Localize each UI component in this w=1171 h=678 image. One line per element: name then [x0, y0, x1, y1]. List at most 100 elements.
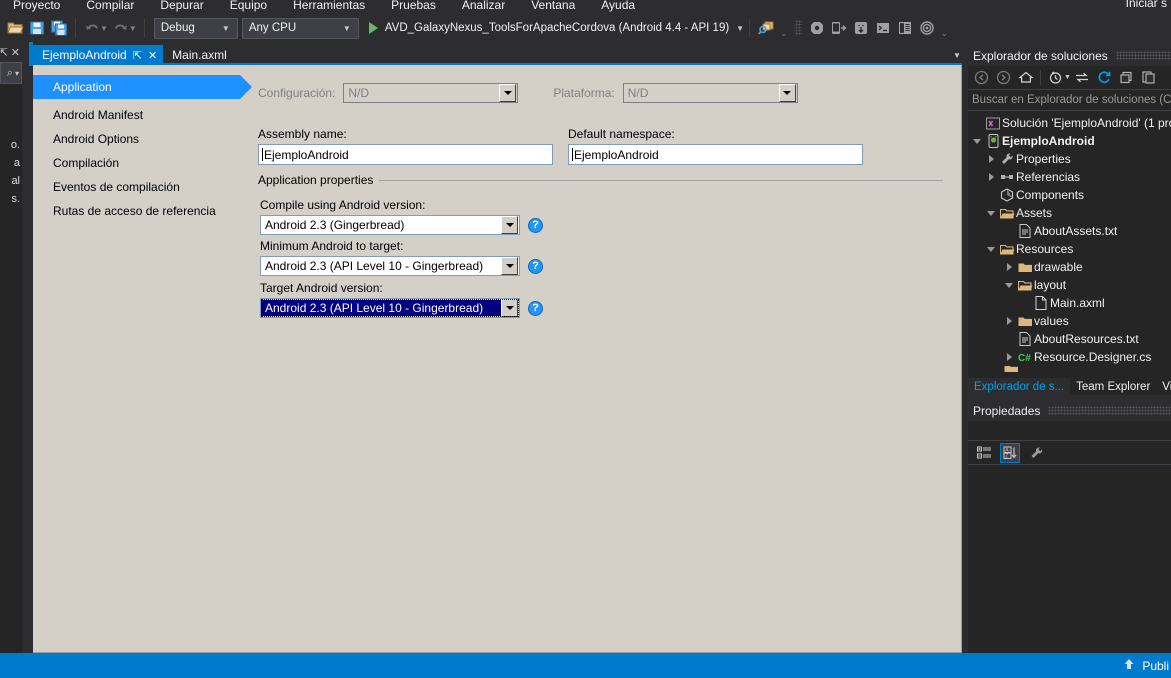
- close-icon[interactable]: ✕: [148, 49, 157, 62]
- tree-item-drawable[interactable]: drawable: [968, 258, 1171, 276]
- default-namespace-input[interactable]: EjemploAndroid: [568, 144, 863, 165]
- tab-team-explorer[interactable]: Team Explorer: [1070, 378, 1156, 395]
- sidebar-item-android-options[interactable]: Android Options: [33, 127, 240, 151]
- categorized-icon[interactable]: [974, 443, 994, 463]
- menu-item-pruebas[interactable]: Pruebas: [378, 0, 449, 14]
- forward-icon[interactable]: [993, 67, 1014, 88]
- alphabetical-sort-icon[interactable]: A Z: [1000, 442, 1020, 463]
- find-in-files-icon[interactable]: [755, 17, 777, 39]
- solution-platform-combo[interactable]: Any CPU ▼: [241, 17, 359, 39]
- solution-explorer-search-input[interactable]: Buscar en Explorador de soluciones (Ctrl…: [968, 90, 1171, 111]
- solution-configuration-combo[interactable]: Debug ▼: [153, 17, 238, 39]
- menu-item-analizar[interactable]: Analizar: [449, 0, 518, 14]
- twisty-closed-icon[interactable]: [1002, 353, 1016, 361]
- chevron-down-icon[interactable]: [501, 216, 518, 234]
- twisty-open-icon[interactable]: [984, 210, 998, 216]
- twisty-open-icon[interactable]: [1002, 282, 1016, 288]
- tree-item-properties[interactable]: Properties: [968, 150, 1171, 168]
- help-icon[interactable]: ?: [528, 300, 543, 316]
- chevron-down-icon[interactable]: ▾: [15, 69, 19, 78]
- pin-icon[interactable]: ⇱: [133, 49, 142, 62]
- properties-window-object-selector[interactable]: [968, 421, 1171, 441]
- left-panel-search[interactable]: ⌕ ▾: [0, 62, 22, 84]
- tab-ejemploandroid[interactable]: EjemploAndroid ⇱ ✕: [33, 45, 164, 65]
- tree-item-referencias[interactable]: Referencias: [968, 168, 1171, 186]
- minimum-android-to-target-combo[interactable]: Android 2.3 (API Level 10 - Gingerbread): [260, 256, 520, 276]
- help-icon[interactable]: ?: [528, 258, 543, 274]
- android-sdk-manager-icon[interactable]: [850, 17, 872, 39]
- menu-item-ventana[interactable]: Ventana: [518, 0, 588, 14]
- tree-item-ejemploandroid[interactable]: EjemploAndroid: [968, 132, 1171, 150]
- tab-vista[interactable]: Vista: [1156, 378, 1171, 395]
- tab-explorador-de-soluciones[interactable]: Explorador de s...: [968, 378, 1071, 395]
- tree-item-aboutassets-txt[interactable]: AboutAssets.txt: [968, 222, 1171, 240]
- twisty-closed-icon[interactable]: [1002, 317, 1016, 325]
- android-adb-console-icon[interactable]: [872, 17, 894, 39]
- compile-using-android-version-combo[interactable]: Android 2.3 (Gingerbread): [260, 215, 520, 235]
- save-icon[interactable]: [26, 17, 48, 39]
- tree-item-resources[interactable]: Resources: [968, 240, 1171, 258]
- find-overflow-icon[interactable]: ⌄: [780, 28, 788, 42]
- android-device-log-icon[interactable]: [894, 17, 916, 39]
- tab-main-axml[interactable]: Main.axml: [163, 45, 233, 65]
- panel-grip[interactable]: [1115, 51, 1171, 60]
- tree-item-aboutresources-txt[interactable]: AboutResources.txt: [968, 330, 1171, 348]
- pin-icon[interactable]: ⇱: [0, 46, 8, 59]
- target-android-version-combo[interactable]: Android 2.3 (API Level 10 - Gingerbread): [260, 298, 520, 318]
- menu-item-proyecto[interactable]: Proyecto: [0, 0, 73, 14]
- start-debugging-button[interactable]: AVD_GalaxyNexus_ToolsForApacheCordova (A…: [368, 22, 744, 34]
- sidebar-item-android-manifest[interactable]: Android Manifest: [33, 103, 240, 127]
- android-emulator-manager-icon[interactable]: [806, 17, 828, 39]
- tree-item-assets[interactable]: Assets: [968, 204, 1171, 222]
- twisty-closed-icon[interactable]: [984, 155, 998, 163]
- menu-item-depurar[interactable]: Depurar: [147, 0, 216, 14]
- twisty-open-icon[interactable]: [984, 246, 998, 252]
- android-toolbar-overflow-icon[interactable]: ⌄: [941, 28, 949, 42]
- sidebar-item-eventos-de-compilacion[interactable]: Eventos de compilación: [33, 175, 240, 199]
- home-icon[interactable]: [1015, 67, 1036, 88]
- menu-item-herramientas[interactable]: Herramientas: [280, 0, 378, 14]
- open-folder-icon[interactable]: [4, 17, 26, 39]
- tree-item-main-axml[interactable]: Main.axml: [968, 294, 1171, 312]
- close-icon[interactable]: ✕: [11, 46, 20, 59]
- chevron-down-icon[interactable]: [501, 257, 518, 275]
- chevron-down-icon[interactable]: ▼: [729, 24, 744, 33]
- save-all-icon[interactable]: [48, 17, 70, 39]
- property-pages-icon[interactable]: [1026, 443, 1046, 463]
- twisty-closed-icon[interactable]: [1002, 263, 1016, 271]
- twisty-open-icon[interactable]: [970, 138, 984, 144]
- undo-dropdown-icon[interactable]: ▼: [100, 24, 108, 33]
- pending-changes-icon[interactable]: [1045, 67, 1066, 88]
- tree-item-solution[interactable]: Solución 'EjemploAndroid' (1 proyec: [968, 114, 1171, 132]
- sidebar-item-rutas-de-acceso-de-referencia[interactable]: Rutas de acceso de referencia: [33, 199, 240, 223]
- help-icon[interactable]: ?: [528, 217, 543, 233]
- publish-label[interactable]: Publi: [1142, 659, 1169, 673]
- redo-dropdown-icon[interactable]: ▼: [129, 24, 137, 33]
- tree-item-clipped[interactable]: [968, 366, 1171, 372]
- menu-item-ayuda[interactable]: Ayuda: [588, 0, 648, 14]
- refresh-icon[interactable]: [1094, 67, 1115, 88]
- chevron-down-icon[interactable]: [501, 299, 518, 317]
- menu-item-compilar[interactable]: Compilar: [73, 0, 147, 14]
- panel-grip[interactable]: [1048, 406, 1171, 415]
- twisty-closed-icon[interactable]: [984, 173, 998, 181]
- sync-icon[interactable]: [1072, 67, 1093, 88]
- tree-item-components[interactable]: Components: [968, 186, 1171, 204]
- android-device-icon[interactable]: [828, 17, 850, 39]
- assembly-name-input[interactable]: EjemploAndroid: [258, 144, 553, 165]
- sidebar-item-compilacion[interactable]: Compilación: [33, 151, 240, 175]
- sidebar-item-application[interactable]: Application: [33, 75, 252, 99]
- back-icon[interactable]: [971, 67, 992, 88]
- show-all-files-icon[interactable]: [1138, 67, 1159, 88]
- chevron-down-icon[interactable]: ▼: [1064, 74, 1071, 81]
- upload-arrow-icon[interactable]: [1122, 657, 1136, 674]
- collapse-all-icon[interactable]: [1116, 67, 1137, 88]
- tree-item-values[interactable]: values: [968, 312, 1171, 330]
- menu-item-equipo[interactable]: Equipo: [217, 0, 280, 14]
- toolbar-grip[interactable]: [794, 20, 802, 36]
- android-avd-icon[interactable]: [916, 17, 938, 39]
- sign-in-link[interactable]: Iniciar s: [1126, 0, 1167, 10]
- tree-item-layout[interactable]: layout: [968, 276, 1171, 294]
- chevron-down-icon[interactable]: ▼: [946, 45, 968, 65]
- tree-item-resource-designer-cs[interactable]: C# Resource.Designer.cs: [968, 348, 1171, 366]
